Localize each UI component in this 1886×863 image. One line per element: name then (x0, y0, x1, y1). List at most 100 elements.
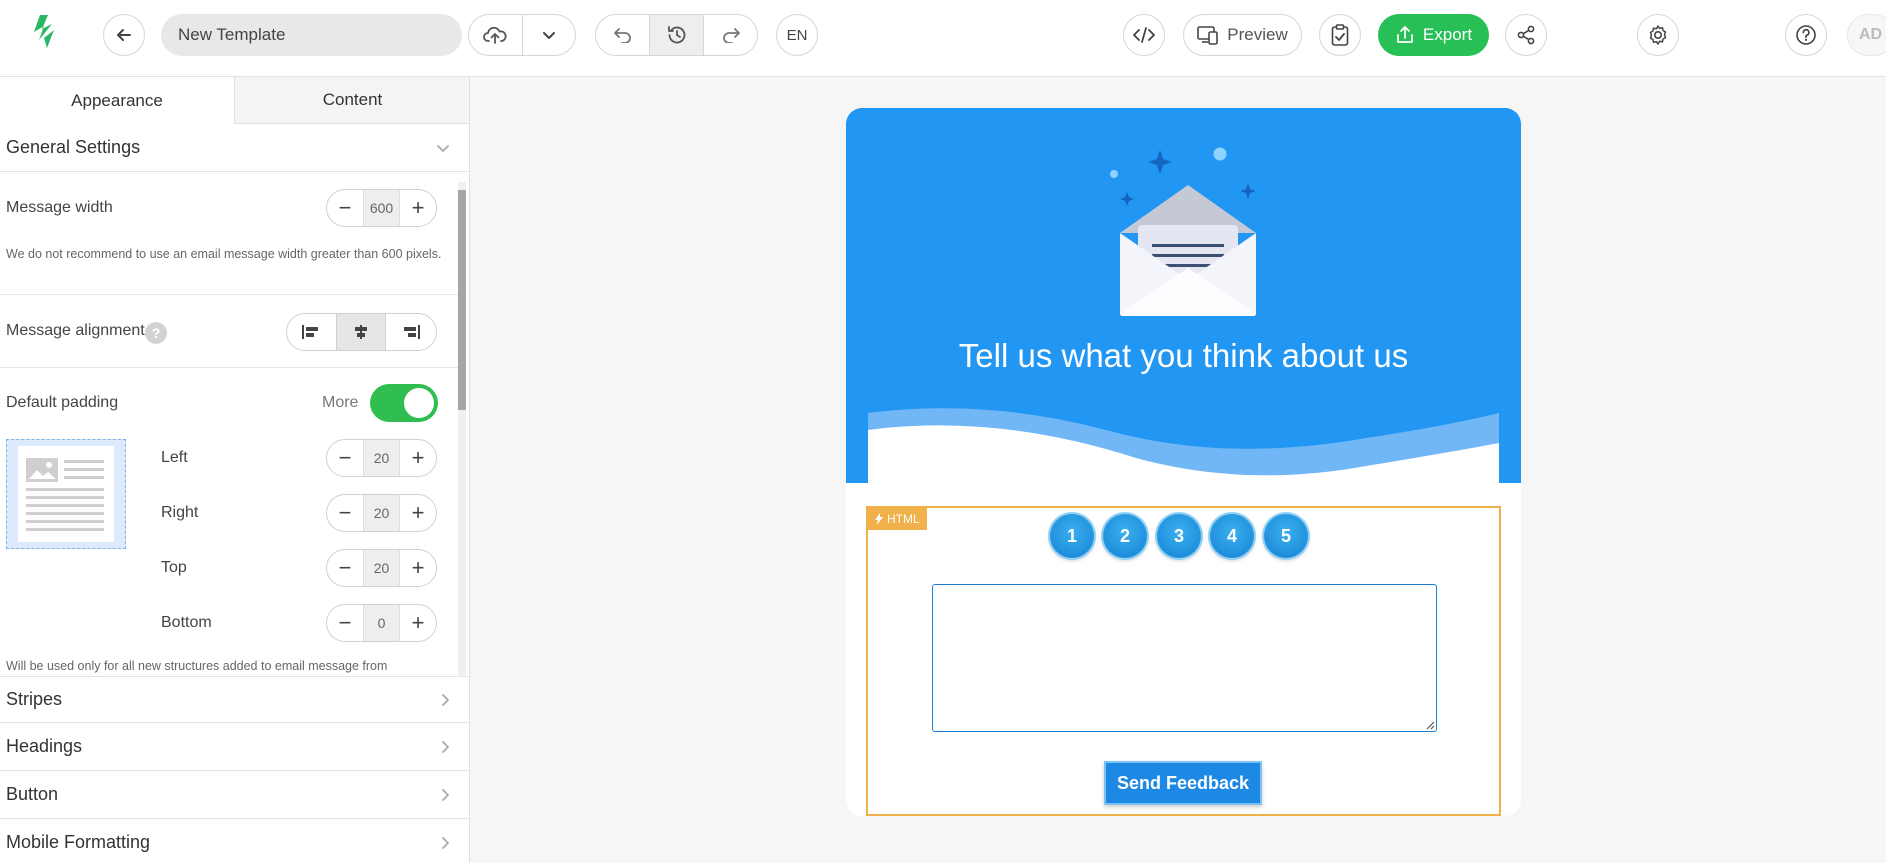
top-toolbar: EN Preview Export AD (0, 0, 1886, 77)
redo-button[interactable] (704, 15, 757, 55)
export-label: Export (1422, 25, 1473, 44)
increase-top-button[interactable]: + (400, 550, 436, 586)
chevron-right-icon (442, 740, 449, 753)
padding-note: Will be used only for all new structures… (6, 659, 388, 673)
hero-banner[interactable]: Tell us what you think about us (846, 108, 1521, 483)
rating-5-button[interactable]: 5 (1264, 514, 1308, 558)
padding-right-label: Right (161, 504, 199, 521)
language-button[interactable]: EN (776, 14, 818, 56)
general-settings-body: Message width − 600 + We do not recommen… (0, 172, 469, 676)
hero-title[interactable]: Tell us what you think about us (846, 337, 1521, 375)
history-icon (667, 26, 685, 44)
rating-2-button[interactable]: 2 (1103, 514, 1147, 558)
alignment-help-icon[interactable]: ? (145, 322, 167, 344)
default-padding-toggle[interactable] (370, 384, 438, 422)
html-badge-label: HTML (887, 512, 920, 526)
increase-left-button[interactable]: + (400, 440, 436, 476)
version-history-button[interactable] (650, 15, 704, 55)
increase-right-button[interactable]: + (400, 495, 436, 531)
increase-width-button[interactable]: + (400, 190, 436, 226)
help-button[interactable] (1785, 14, 1827, 56)
padding-top-label: Top (161, 559, 187, 576)
hero-illustration (868, 147, 1499, 483)
code-icon (1133, 27, 1155, 43)
alignment-selector (286, 313, 437, 351)
settings-button[interactable] (1637, 14, 1679, 56)
divider (0, 294, 462, 295)
increase-bottom-button[interactable]: + (400, 605, 436, 641)
arrow-left-icon (117, 29, 131, 41)
question-circle-icon (1796, 25, 1816, 45)
padding-bottom-value[interactable]: 0 (363, 605, 400, 641)
code-view-button[interactable] (1123, 14, 1165, 56)
chevron-right-icon (442, 836, 449, 849)
decrease-left-button[interactable]: − (327, 440, 363, 476)
save-options-dropdown[interactable] (523, 15, 576, 55)
feedback-textarea[interactable] (932, 584, 1437, 732)
stripes-section-header[interactable]: Stripes (0, 676, 469, 723)
history-group (595, 14, 758, 56)
template-name-input[interactable] (161, 14, 462, 56)
resize-handle-icon[interactable] (1425, 720, 1435, 730)
save-group (468, 14, 576, 56)
lightning-icon (875, 513, 883, 525)
back-button[interactable] (103, 14, 145, 56)
decrease-top-button[interactable]: − (327, 550, 363, 586)
html-block[interactable]: HTML 1 2 3 4 5 Send Feedback (866, 506, 1501, 816)
width-note-text: We do not recommend to use an email mess… (6, 247, 442, 261)
mobile-formatting-section-header[interactable]: Mobile Formatting (0, 819, 469, 863)
app-logo[interactable] (30, 12, 60, 54)
padding-left-value[interactable]: 20 (363, 440, 400, 476)
undo-button[interactable] (596, 15, 650, 55)
align-center-button[interactable] (336, 314, 387, 350)
test-checklist-button[interactable] (1319, 14, 1361, 56)
more-label: More (322, 394, 359, 411)
panel-scrollbar[interactable] (458, 182, 466, 676)
rating-1-button[interactable]: 1 (1050, 514, 1094, 558)
decrease-width-button[interactable]: − (327, 190, 363, 226)
button-title: Button (6, 784, 59, 804)
html-block-badge: HTML (868, 508, 927, 530)
align-right-button[interactable] (386, 314, 436, 350)
message-width-value[interactable]: 600 (363, 190, 400, 226)
padding-right-value[interactable]: 20 (363, 495, 400, 531)
settings-panel: Appearance Content General Settings Mess… (0, 77, 470, 863)
share-icon (1517, 25, 1535, 45)
export-button[interactable]: Export (1378, 14, 1489, 56)
headings-section-header[interactable]: Headings (0, 723, 469, 771)
share-button[interactable] (1505, 14, 1547, 56)
padding-left-label: Left (161, 449, 188, 466)
devices-icon (1197, 26, 1219, 45)
chevron-down-icon (542, 32, 555, 39)
chevron-right-icon (442, 693, 449, 706)
padding-left-stepper: − 20 + (326, 439, 437, 477)
decrease-right-button[interactable]: − (327, 495, 363, 531)
send-feedback-button[interactable]: Send Feedback (1104, 761, 1262, 805)
cloud-upload-button[interactable] (469, 15, 523, 55)
toggle-knob (404, 388, 434, 418)
headings-title: Headings (6, 736, 83, 756)
cloud-upload-icon (483, 26, 507, 44)
email-preview: Tell us what you think about us HTML 1 2… (846, 108, 1521, 816)
preview-label: Preview (1227, 25, 1288, 44)
gear-icon (1649, 25, 1667, 45)
padding-right-stepper: − 20 + (326, 494, 437, 532)
rating-4-button[interactable]: 4 (1210, 514, 1254, 558)
tab-content[interactable]: Content (235, 77, 469, 124)
user-avatar[interactable]: AD (1847, 14, 1886, 56)
chevron-right-icon (442, 788, 449, 801)
clipboard-check-icon (1331, 24, 1349, 46)
preview-button[interactable]: Preview (1183, 14, 1302, 56)
align-right-icon (404, 325, 421, 339)
decrease-bottom-button[interactable]: − (327, 605, 363, 641)
redo-icon (722, 28, 740, 43)
general-settings-header[interactable]: General Settings (0, 124, 469, 172)
padding-bottom-stepper: − 0 + (326, 604, 437, 642)
padding-top-value[interactable]: 20 (363, 550, 400, 586)
scrollbar-thumb[interactable] (458, 190, 466, 410)
button-section-header[interactable]: Button (0, 771, 469, 819)
message-width-label: Message width (6, 199, 113, 216)
align-left-button[interactable] (287, 314, 337, 350)
tab-appearance[interactable]: Appearance (0, 77, 235, 124)
rating-3-button[interactable]: 3 (1157, 514, 1201, 558)
